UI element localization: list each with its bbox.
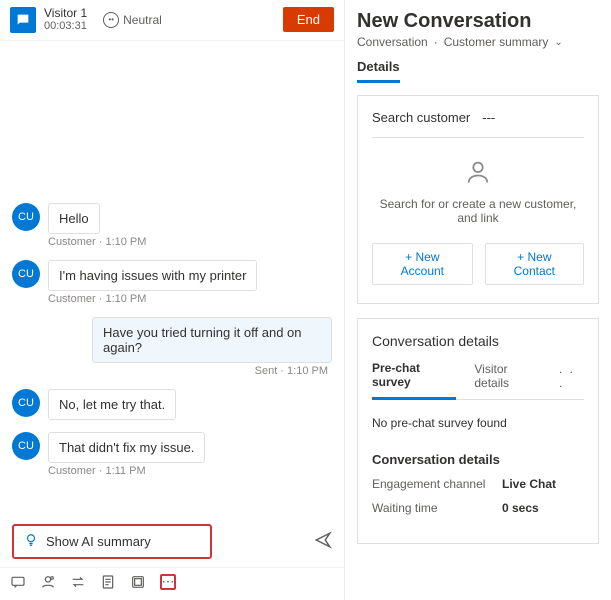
sentiment-indicator: •• Neutral [103, 12, 162, 28]
end-button[interactable]: End [283, 7, 334, 32]
message-row: CU Hello [12, 203, 332, 234]
sentiment-label: Neutral [123, 13, 162, 27]
visitor-info: Visitor 1 00:03:31 [44, 6, 87, 34]
message-bubble: I'm having issues with my printer [48, 260, 257, 291]
message-bubble: No, let me try that. [48, 389, 176, 420]
lightbulb-icon [24, 533, 38, 550]
chevron-down-icon[interactable]: ⌄ [554, 37, 562, 48]
kv-value: 0 secs [502, 501, 539, 515]
visitor-name: Visitor 1 [44, 6, 87, 20]
kv-value: Live Chat [502, 477, 556, 491]
breadcrumb-item[interactable]: Customer summary [444, 35, 549, 49]
details-pane: New Conversation Conversation · Customer… [345, 0, 611, 600]
message-meta: Customer · 1:10 PM [48, 293, 332, 305]
session-timer: 00:03:31 [44, 20, 87, 33]
more-actions-button[interactable]: ⋯ [160, 574, 176, 590]
tab-details[interactable]: Details [357, 59, 400, 83]
message-bubble: Have you tried turning it off and on aga… [92, 317, 332, 363]
search-prompt: Search for or create a new customer, and… [372, 197, 584, 225]
send-icon[interactable] [314, 531, 332, 552]
customer-search-card: Search customer --- Search for or create… [357, 95, 599, 304]
message-row: Have you tried turning it off and on aga… [12, 317, 332, 363]
detail-subtitle: Conversation details [372, 452, 584, 467]
breadcrumb: Conversation · Customer summary ⌄ [357, 35, 599, 49]
quick-reply-icon[interactable] [10, 574, 26, 590]
page-title: New Conversation [357, 10, 599, 33]
kv-row: Waiting time 0 secs [372, 501, 584, 515]
kv-key: Waiting time [372, 501, 502, 515]
person-icon [372, 158, 584, 189]
subtab-visitor-details[interactable]: Visitor details [474, 362, 541, 398]
new-account-button[interactable]: + New Account [372, 243, 473, 285]
kv-row: Engagement channel Live Chat [372, 477, 584, 491]
knowledge-icon[interactable] [130, 574, 146, 590]
consult-icon[interactable] [40, 574, 56, 590]
search-customer-label: Search customer [372, 110, 470, 125]
message-row: CU I'm having issues with my printer [12, 260, 332, 291]
neutral-face-icon: •• [103, 12, 119, 28]
kv-key: Engagement channel [372, 477, 502, 491]
subtab-more[interactable]: . . . [559, 362, 584, 398]
message-row: CU That didn't fix my issue. [12, 432, 332, 463]
chat-header: Visitor 1 00:03:31 •• Neutral End [0, 0, 344, 41]
chat-transcript: CU Hello Customer · 1:10 PM CU I'm havin… [0, 41, 344, 516]
section-title: Conversation details [372, 333, 584, 349]
search-customer-row[interactable]: Search customer --- [372, 110, 584, 138]
customer-avatar: CU [12, 203, 40, 231]
message-meta: Sent · 1:10 PM [12, 365, 328, 377]
conversation-details-card: Conversation details Pre-chat survey Vis… [357, 318, 599, 544]
chat-pane: Visitor 1 00:03:31 •• Neutral End CU Hel… [0, 0, 345, 600]
message-row: CU No, let me try that. [12, 389, 332, 420]
show-ai-summary-button[interactable]: Show AI summary [12, 524, 212, 559]
subtab-prechat[interactable]: Pre-chat survey [372, 361, 456, 400]
customer-avatar: CU [12, 432, 40, 460]
notes-icon[interactable] [100, 574, 116, 590]
empty-state: No pre-chat survey found [372, 416, 584, 430]
customer-avatar: CU [12, 389, 40, 417]
ai-summary-row: Show AI summary [0, 516, 344, 567]
chat-app-icon [10, 7, 36, 33]
transfer-icon[interactable] [70, 574, 86, 590]
ellipsis-icon: ⋯ [162, 574, 175, 590]
chat-toolbar: ⋯ [0, 567, 344, 600]
message-bubble: Hello [48, 203, 100, 234]
subtabs: Pre-chat survey Visitor details . . . [372, 361, 584, 400]
breadcrumb-item: Conversation [357, 35, 428, 49]
message-meta: Customer · 1:11 PM [48, 465, 332, 477]
message-meta: Customer · 1:10 PM [48, 236, 332, 248]
message-bubble: That didn't fix my issue. [48, 432, 205, 463]
new-contact-button[interactable]: + New Contact [485, 243, 584, 285]
search-customer-value: --- [482, 110, 495, 125]
ai-summary-label: Show AI summary [46, 534, 151, 549]
customer-avatar: CU [12, 260, 40, 288]
